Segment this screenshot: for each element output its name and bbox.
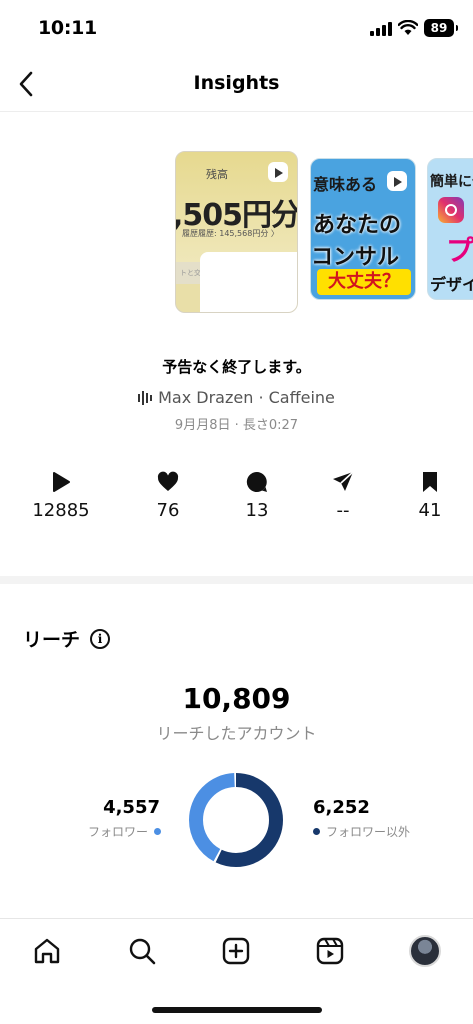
plays-count: 12885 (32, 500, 90, 521)
reel-thumbnail-third[interactable]: 簡単に作 プ デザイ (427, 158, 473, 300)
status-time: 10:11 (38, 17, 97, 39)
audio-track-label: Max Drazen · Caffeine (158, 388, 335, 407)
reach-total: 10,809 (182, 682, 291, 715)
reach-subtitle: リーチしたアカウント (156, 724, 317, 743)
thumb-text: あなたの (313, 213, 402, 238)
play-icon (53, 472, 70, 492)
thumb-text: 意味ある (313, 175, 378, 194)
plus-square-icon (222, 937, 250, 965)
tab-profile[interactable] (405, 931, 445, 971)
thumb-label: 残高 (206, 168, 228, 181)
search-icon (129, 938, 156, 965)
thumb-text: デザイ (430, 275, 473, 294)
thumb-text: コンサル (311, 245, 400, 270)
stat-comments: 13 (212, 470, 302, 521)
comment-icon (246, 471, 267, 492)
thumb-text: 簡単に作 (430, 174, 473, 190)
followers-value: 4,557 (103, 797, 160, 818)
tab-home[interactable] (27, 931, 67, 971)
bookmark-icon (423, 472, 437, 492)
stat-likes: 76 (123, 470, 213, 521)
reach-heading: リーチ (23, 629, 81, 651)
audio-info[interactable]: Max Drazen · Caffeine (0, 388, 473, 407)
non-followers-legend-dot (313, 828, 320, 835)
page-title: Insights (193, 72, 280, 94)
shares-count: -- (336, 500, 350, 521)
battery-indicator: 89 (424, 19, 458, 37)
heart-icon (157, 471, 179, 491)
non-followers-label: フォロワー以外 (326, 825, 411, 839)
thumb-history: 履歴履歴: 145,568円分 〉 (182, 229, 279, 238)
saves-count: 41 (418, 500, 442, 521)
avatar (409, 935, 441, 967)
audio-waveform-icon (138, 390, 153, 405)
top-nav: Insights (0, 56, 473, 112)
stat-saves: 41 (385, 470, 473, 521)
non-followers-legend: フォロワー以外 (313, 823, 410, 840)
reel-thumbnails: 残高 ,505円分 履歴履歴: 145,568円分 〉 トと交換 意味ある あな… (0, 148, 473, 316)
reach-section-header: リーチ i (23, 625, 111, 652)
reach-donut-chart (189, 773, 283, 867)
wifi-icon (398, 20, 418, 35)
home-icon (34, 938, 60, 964)
home-indicator (152, 1007, 322, 1013)
post-meta: 9月月8日 · 長さ0:27 (174, 418, 299, 433)
status-bar: 10:11 89 (0, 0, 473, 56)
reel-thumbnail-next[interactable]: 意味ある あなたの コンサル 大丈夫？ (310, 158, 416, 300)
reel-icon (268, 162, 288, 182)
post-caption: 予告なく終了します。 (162, 358, 311, 376)
info-icon[interactable]: i (90, 628, 111, 649)
thumb-text: 大丈夫？ (317, 269, 411, 295)
reel-thumbnail-current[interactable]: 残高 ,505円分 履歴履歴: 145,568円分 〉 トと交換 (175, 151, 298, 313)
tab-create[interactable] (216, 931, 256, 971)
reel-icon (387, 171, 407, 191)
stat-shares: -- (298, 470, 388, 521)
thumb-text: プ (446, 234, 473, 267)
instagram-logo-icon (438, 197, 464, 223)
followers-legend: フォロワー (88, 823, 161, 840)
likes-count: 76 (156, 500, 180, 521)
stats-row: 12885 76 13 -- 41 (0, 470, 473, 530)
stat-plays: 12885 (16, 470, 106, 521)
tab-reels[interactable] (310, 931, 350, 971)
section-divider (0, 576, 473, 584)
followers-label: フォロワー (87, 825, 148, 839)
comments-count: 13 (245, 500, 269, 521)
signal-icon (370, 22, 392, 36)
followers-legend-dot (154, 828, 161, 835)
non-followers-value: 6,252 (313, 797, 370, 818)
send-icon (333, 471, 354, 491)
reels-icon (316, 937, 344, 965)
tab-search[interactable] (122, 931, 162, 971)
